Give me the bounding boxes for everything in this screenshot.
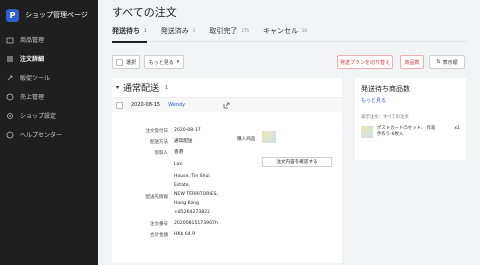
sidebar-item-label: 注文詳細 xyxy=(20,56,45,63)
address-line-4: Hong Kong xyxy=(174,201,199,206)
main-content: すべての注文 発送待ち 1 発送済み 1 取引完了 275 キャンセル 30 選択 もっ… xyxy=(98,0,480,265)
sidebar: P ショップ管理ページ 商品管理 注文詳細 販促ツール 売上管理 ショップ設定 … xyxy=(0,0,98,265)
help-icon xyxy=(6,131,14,139)
sidebar-item-label: ヘルプセンター xyxy=(20,132,63,139)
sidebar-item-label: ショップ設定 xyxy=(20,113,57,120)
tab-cancelled[interactable]: キャンセル 30 xyxy=(263,26,307,42)
order-date: 2020-08-15 xyxy=(131,102,161,108)
product-count-label: 商品数 xyxy=(404,59,420,66)
address-line-2: Estate, xyxy=(174,183,190,188)
tab-count: 30 xyxy=(301,28,308,33)
address-line-5: +85264273822 xyxy=(174,210,210,215)
shipping-method-label: 配送方法 xyxy=(150,140,168,145)
display-order-label: 表示順 xyxy=(442,59,458,66)
recipient-value: 香港 xyxy=(174,150,184,155)
buy-items-label: 購入商品 xyxy=(237,137,256,142)
product-thumbnail[interactable] xyxy=(262,131,276,143)
section-header: ▾ 通常配送 1 xyxy=(112,78,342,98)
address-line-3: NEW TERRITORIES, xyxy=(174,192,219,197)
section-title: 通常配送 xyxy=(123,84,160,94)
tab-shipped[interactable]: 発送済み 1 xyxy=(161,26,196,42)
panel-item: ポストカード(5セット、 作家手作り-6枚入 x1 xyxy=(361,126,460,138)
sidebar-item-label: 商品管理 xyxy=(20,37,45,44)
sidebar-item-help[interactable]: ヘルプセンター xyxy=(0,125,98,144)
order-date-label: 注文受付日 xyxy=(145,129,169,134)
order-date-value: 2020-08-17 xyxy=(174,128,201,133)
select-button[interactable]: 選択 xyxy=(112,55,140,69)
order-tabs: 発送待ち 1 発送済み 1 取引完了 275 キャンセル 30 xyxy=(112,26,467,43)
switch-shipping-plan-label: 発送プランを切り替え xyxy=(339,59,390,66)
tab-label: 発送済み xyxy=(160,27,189,35)
tab-label: 発送待ち xyxy=(112,27,140,35)
tab-completed[interactable]: 取引完了 275 xyxy=(209,26,249,42)
order-number-value: 20200815173907h xyxy=(174,221,218,226)
orders-card: ▾ 通常配送 1 2020-08-15 Wendy 注文受付日 2020-08-… xyxy=(112,78,342,263)
sidebar-item-orders[interactable]: 注文詳細 xyxy=(0,49,98,68)
sort-icon: ⇅ xyxy=(436,59,441,65)
rocket-icon xyxy=(6,74,14,82)
sidebar-item-promotion[interactable]: 販促ツール xyxy=(0,68,98,87)
brand[interactable]: P ショップ管理ページ xyxy=(0,0,98,30)
expand-icon[interactable]: ▾ xyxy=(116,84,119,91)
tab-pending[interactable]: 発送待ち 1 xyxy=(112,26,147,43)
select-checkbox[interactable] xyxy=(115,58,123,66)
panel-more-link[interactable]: もっと見る xyxy=(361,97,460,104)
chevron-down-icon: ▾ xyxy=(176,59,180,65)
more-dropdown[interactable]: もっと見る ▾ xyxy=(144,55,184,69)
switch-shipping-plan-button[interactable]: 発送プランを切り替え xyxy=(337,55,393,69)
panel-title: 発送待ち商品数 xyxy=(361,85,410,93)
section-count: 1 xyxy=(165,84,169,91)
toolbar: 選択 もっと見る ▾ 発送プランを切り替え 商品数 ⇅ 表示順 xyxy=(112,55,467,71)
page-title: すべての注文 xyxy=(112,6,177,19)
sidebar-item-sales[interactable]: 売上管理 xyxy=(0,87,98,106)
shipping-method-value: 通常配送 xyxy=(174,139,193,144)
view-order-button[interactable]: 注文内容を確認する xyxy=(262,157,332,167)
sidebar-item-label: 売上管理 xyxy=(20,94,45,101)
brand-logo: P xyxy=(6,8,19,22)
sidebar-item-settings[interactable]: ショップ設定 xyxy=(0,106,98,125)
gear-icon xyxy=(6,112,14,120)
panel-item-thumbnail[interactable] xyxy=(361,126,373,138)
total-label: 合計金額 xyxy=(150,233,168,238)
order-number-label: 注文番号 xyxy=(150,222,168,227)
pending-items-panel: 発送待ち商品数 もっと見る 表示注文：すべての注文 ポストカード(5セット、 作… xyxy=(355,78,466,160)
sidebar-item-label: 販促ツール xyxy=(20,75,51,82)
chart-icon xyxy=(6,93,14,101)
panel-item-qty: x1 xyxy=(454,126,460,131)
more-label: もっと見る xyxy=(148,59,174,66)
tab-count: 1 xyxy=(144,28,147,33)
tab-count: 275 xyxy=(241,28,249,33)
panel-item-name: ポストカード(5セット、 作家手作り-6枚入 xyxy=(376,126,436,137)
external-link-icon[interactable] xyxy=(223,102,230,109)
box-icon xyxy=(6,36,14,44)
total-value: HK$ 64.9 xyxy=(174,232,196,237)
order-user-link[interactable]: Wendy xyxy=(168,102,185,108)
tab-count: 1 xyxy=(192,28,196,33)
order-checkbox[interactable] xyxy=(116,101,123,109)
product-count-button[interactable]: 商品数 xyxy=(400,55,424,69)
panel-note: 表示注文：すべての注文 xyxy=(361,115,409,120)
address-label: 配送先情報 xyxy=(145,195,169,200)
display-order-button[interactable]: ⇅ 表示順 xyxy=(429,55,465,69)
brand-name: ショップ管理ページ xyxy=(25,11,88,19)
sidebar-item-products[interactable]: 商品管理 xyxy=(0,30,98,49)
recipient-label: 受取人 xyxy=(154,151,169,156)
recipient-extra: Lax xyxy=(174,162,183,167)
tab-label: 取引完了 xyxy=(209,27,238,35)
select-label: 選択 xyxy=(125,59,136,66)
order-row-header: 2020-08-15 Wendy xyxy=(112,98,342,112)
tab-label: キャンセル xyxy=(262,27,298,35)
list-icon xyxy=(6,55,14,63)
address-line-1: House, Tin Shui xyxy=(174,174,210,179)
view-order-label: 注文内容を確認する xyxy=(276,160,318,165)
